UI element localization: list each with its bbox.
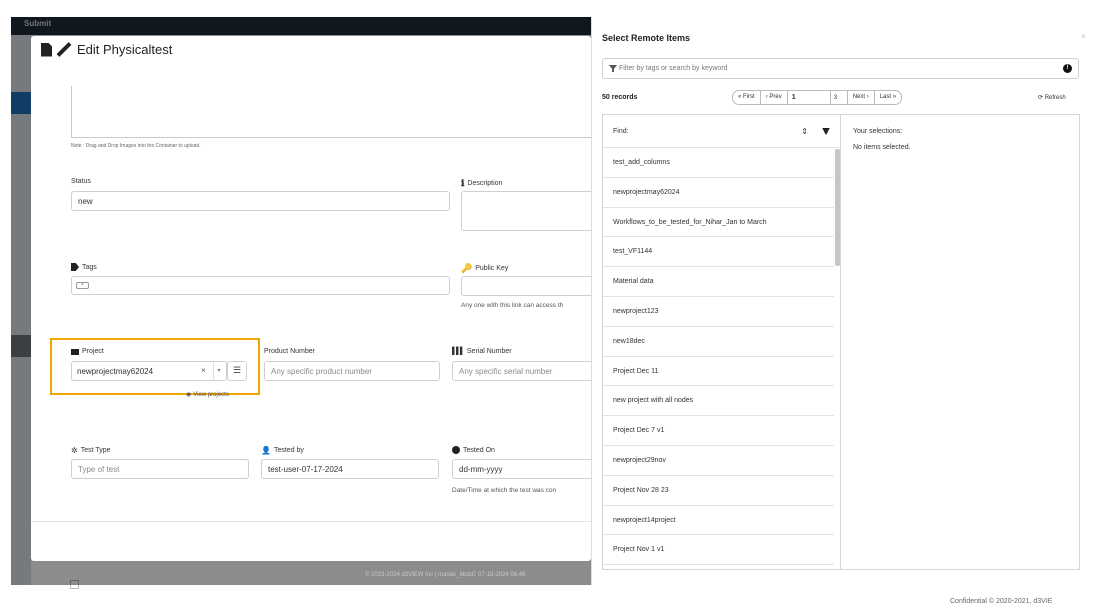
tested-on-help: Date/Time at which the test was con [452, 487, 557, 494]
chevron-down-icon[interactable]: ▾ [213, 362, 224, 380]
product-number-label: Product Number [264, 348, 315, 355]
info-icon: ℹ [461, 178, 465, 188]
public-key-input[interactable] [461, 276, 601, 296]
filter-placeholder: Filter by tags or search by keyword [619, 65, 728, 72]
first-page-button[interactable]: « First [732, 90, 761, 105]
filter-icon [609, 65, 617, 72]
list-item[interactable]: Project Dec 11 [603, 357, 834, 387]
next-page-button[interactable]: Next › [847, 90, 875, 105]
last-page-button[interactable]: Last » [874, 90, 903, 105]
test-type-input[interactable]: Type of test [71, 459, 249, 479]
user-icon: 👤 [261, 446, 271, 455]
panel-title: Select Remote Items [602, 33, 691, 43]
project-options-button[interactable]: ☰ [227, 361, 247, 381]
close-icon[interactable]: × [1081, 32, 1086, 41]
available-items-column: Find: ⇕ test_add_columns newprojectmay620… [603, 115, 841, 569]
eye-icon: ◉ [186, 392, 192, 398]
tested-on-label: Tested On [452, 446, 495, 454]
description-textarea[interactable] [461, 191, 601, 231]
confidential-footer: Confidential © 2020-2021, d3VIE [950, 598, 1053, 605]
list-item[interactable]: Workflows_to_be_tested_for_Nihar_Jan to … [603, 208, 834, 238]
selections-empty: No items selected. [853, 144, 911, 151]
dropzone-note: Note : Drag and Drop Images into the Con… [71, 143, 201, 149]
key-icon: 🔑 [461, 263, 473, 273]
list-item[interactable]: new18dec [603, 327, 834, 357]
edit-physicaltest-modal: Edit Physicaltest Note : Drag and Drop I… [31, 36, 602, 561]
list-item[interactable]: newprojectmay62024 [603, 178, 834, 208]
public-key-label: 🔑 Public Key [461, 263, 509, 273]
info-icon[interactable]: ! [1063, 64, 1072, 73]
description-label: ℹ Description [461, 178, 503, 188]
tested-by-label: 👤 Tested by [261, 446, 304, 455]
pager: « First ‹ Prev 1 3 Next › Last » [732, 90, 903, 105]
find-label: Find: [613, 127, 629, 135]
test-type-label: ✲ Test Type [71, 446, 111, 455]
pencil-icon [56, 42, 71, 57]
view-projects-link[interactable]: ◉ View projects [186, 391, 229, 399]
list-item[interactable]: Project Dec 7 v1 [603, 416, 834, 446]
tag-icon [71, 263, 79, 271]
filter-input[interactable]: Filter by tags or search by keyword ! [602, 58, 1079, 79]
product-number-input[interactable]: Any specific product number [264, 361, 440, 381]
items-list-box: Find: ⇕ test_add_columns newprojectmay620… [602, 114, 1080, 570]
list-item[interactable]: test_add_columns [603, 148, 834, 178]
list-item[interactable]: newproject29nov [603, 446, 834, 476]
public-key-help: Any one with this link can access th [461, 302, 564, 309]
find-row: Find: ⇕ [603, 115, 840, 148]
list-item[interactable]: test_VF1144 [603, 237, 834, 268]
clock-icon [452, 446, 460, 454]
select-remote-items-panel: Select Remote Items × Filter by tags or … [591, 17, 1090, 585]
background-footer: © 2023-2024 d3VIEW Inc | master_bbdd7 07… [365, 572, 526, 578]
file-icon [41, 42, 52, 57]
project-clear-icon[interactable]: × [201, 366, 206, 375]
tag-chip-icon: × [76, 282, 89, 289]
prev-page-button[interactable]: ‹ Prev [760, 90, 788, 105]
column-filter-icon[interactable] [822, 127, 830, 135]
folder-icon [71, 348, 79, 355]
total-pages: 3 [830, 90, 848, 105]
image-dropzone[interactable] [71, 86, 591, 138]
list-item[interactable]: Material data [603, 267, 834, 297]
tags-input[interactable]: × [71, 276, 450, 295]
tested-by-input[interactable]: test-user-07-17-2024 [261, 459, 439, 479]
page-number-input[interactable]: 1 [787, 90, 831, 105]
list-item[interactable]: Project Nov 28 23 [603, 476, 834, 506]
list-item[interactable]: Project Nov 1 v1 [603, 535, 834, 566]
serial-number-input[interactable]: Any specific serial number [452, 361, 602, 381]
list-item[interactable]: newproject14project [603, 506, 834, 536]
selections-label: Your selections: [853, 128, 903, 135]
cog-icon: ✲ [71, 446, 78, 455]
modal-header: Edit Physicaltest [41, 42, 172, 57]
item-list: test_add_columns newprojectmay62024 Workfl… [603, 148, 840, 566]
tested-on-input[interactable]: dd-mm-yyyy [452, 459, 602, 479]
refresh-icon: ⟳ [1038, 95, 1044, 101]
sliders-icon: ☰ [232, 365, 242, 375]
list-scrollbar[interactable] [835, 149, 840, 266]
list-item[interactable]: newproject123 [603, 297, 834, 327]
refresh-button[interactable]: ⟳ Refresh [1038, 94, 1066, 101]
modal-footer-divider [31, 521, 591, 522]
list-item[interactable]: new project with all nodes [603, 386, 834, 417]
selections-column: Your selections: No items selected. [853, 128, 911, 160]
status-label: Status [71, 178, 91, 185]
barcode-icon: ▌▌▌ [452, 348, 465, 355]
serial-number-label: ▌▌▌ Serial Number [452, 348, 512, 355]
tags-label: Tags [71, 263, 97, 271]
sort-icon[interactable]: ⇕ [801, 127, 808, 136]
records-count: 50 records [602, 94, 638, 101]
status-input[interactable]: new [71, 191, 450, 211]
project-label: Project [71, 348, 104, 355]
modal-title: Edit Physicaltest [77, 42, 173, 57]
